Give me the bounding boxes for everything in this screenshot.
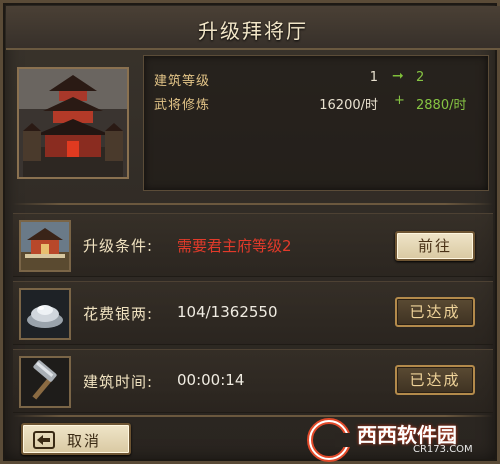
cost-label: 花费银两: bbox=[83, 305, 154, 323]
build-time-label: 建筑时间: bbox=[83, 373, 154, 391]
title-bar: 升级拜将厅 bbox=[6, 6, 500, 50]
upgrade-stats-box: 建筑等级 1 ➞ 2 武将修炼 16200/时 + 2880/时 bbox=[143, 55, 489, 191]
building-level-current: 1 bbox=[369, 70, 378, 85]
watermark-logo: 西西软件园 CR173.COM bbox=[305, 417, 500, 463]
training-label: 武将修炼 bbox=[154, 98, 211, 113]
building-image bbox=[17, 67, 129, 179]
goto-button[interactable]: 前往 bbox=[395, 231, 475, 261]
completed-badge: 已达成 bbox=[395, 365, 475, 395]
watermark-url: CR173.COM bbox=[413, 444, 473, 455]
completed-badge: 已达成 bbox=[395, 297, 475, 327]
build-time-row: 建筑时间: 00:00:14 已达成 bbox=[13, 349, 493, 413]
plus-sign: + bbox=[394, 93, 405, 108]
cost-row: 花费银两: 104/1362550 已达成 bbox=[13, 281, 493, 345]
cost-value: 104/1362550 bbox=[177, 303, 278, 321]
building-level-label: 建筑等级 bbox=[154, 74, 211, 89]
requirement-row: 升级条件: 需要君主府等级2 前往 bbox=[13, 213, 493, 277]
silver-ingot-icon bbox=[19, 288, 71, 340]
divider bbox=[13, 203, 493, 205]
dialog-title: 升级拜将厅 bbox=[198, 19, 308, 43]
build-time-value: 00:00:14 bbox=[177, 371, 245, 389]
hammer-icon bbox=[19, 356, 71, 408]
pavilion-icon bbox=[19, 69, 127, 177]
arrow-right-icon: ➞ bbox=[392, 68, 404, 84]
building-level-next: 2 bbox=[416, 70, 425, 85]
training-current: 16200/时 bbox=[319, 98, 378, 113]
brand-logo-icon bbox=[307, 418, 353, 462]
upgrade-dialog: 升级拜将厅 建筑等级 1 ➞ 2 武将修炼 16200/时 + 2880/时 升… bbox=[0, 0, 500, 464]
palace-icon bbox=[19, 220, 71, 272]
requirement-value: 需要君主府等级2 bbox=[177, 237, 292, 255]
training-next: 2880/时 bbox=[416, 98, 467, 113]
back-arrow-icon bbox=[33, 431, 55, 449]
cancel-button[interactable]: 取消 bbox=[21, 423, 131, 455]
cancel-label: 取消 bbox=[67, 432, 102, 450]
requirement-label: 升级条件: bbox=[83, 237, 154, 255]
